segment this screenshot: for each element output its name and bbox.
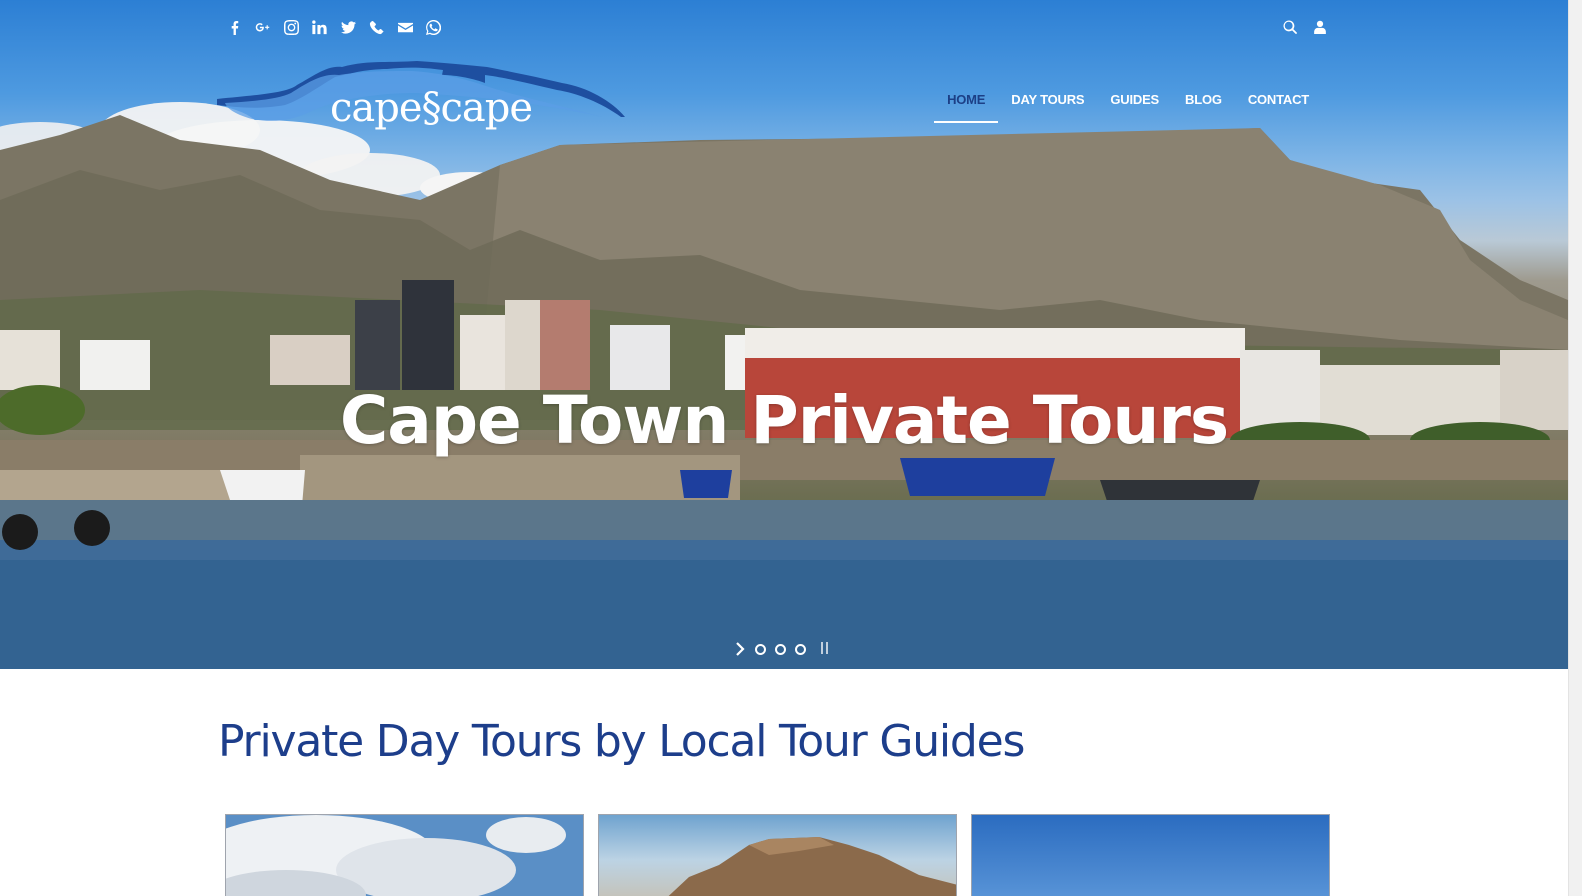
- main-nav: HOME DAY TOURS GUIDES BLOG CONTACT: [934, 88, 1322, 123]
- tour-card-image-mountain: [599, 815, 956, 896]
- nav-item-contact[interactable]: CONTACT: [1235, 88, 1322, 123]
- whatsapp-icon[interactable]: [420, 17, 449, 37]
- hero-title: Cape Town Private Tours: [339, 382, 1229, 459]
- tour-card-image-sky: [972, 815, 1329, 896]
- tour-card-image-clouds: [226, 815, 583, 896]
- logo-text: cape§cape: [330, 85, 533, 131]
- social-links: [220, 17, 448, 37]
- nav-item-home[interactable]: HOME: [934, 88, 999, 123]
- instagram-icon[interactable]: [277, 17, 306, 37]
- tour-card-3[interactable]: [971, 814, 1330, 896]
- slider-dot-2[interactable]: [775, 643, 786, 655]
- slider-next-icon[interactable]: [734, 641, 746, 657]
- nav-item-blog[interactable]: BLOG: [1172, 88, 1235, 123]
- slider-dot-3[interactable]: [795, 643, 806, 655]
- facebook-icon[interactable]: [220, 17, 249, 37]
- linkedin-icon[interactable]: [306, 17, 335, 37]
- phone-icon[interactable]: [363, 17, 392, 37]
- slider-controls: [734, 641, 829, 657]
- twitter-icon[interactable]: [334, 17, 363, 37]
- tour-card-2[interactable]: [598, 814, 957, 896]
- utility-links: [1282, 17, 1328, 37]
- nav-item-day-tours[interactable]: DAY TOURS: [998, 88, 1097, 123]
- hero-slider: cape§cape HOME DAY TOURS GUIDES BLOG CON…: [0, 0, 1568, 669]
- slider-dot-1[interactable]: [755, 643, 766, 655]
- page-scrollbar[interactable]: [1568, 0, 1582, 896]
- tour-card-1[interactable]: [225, 814, 584, 896]
- site-logo[interactable]: cape§cape: [217, 55, 627, 140]
- user-icon[interactable]: [1312, 17, 1328, 37]
- nav-item-guides[interactable]: GUIDES: [1097, 88, 1172, 123]
- slider-pause-icon[interactable]: [819, 642, 829, 656]
- envelope-icon[interactable]: [391, 17, 420, 37]
- google-plus-icon[interactable]: [249, 17, 278, 37]
- section-title: Private Day Tours by Local Tour Guides: [218, 716, 1025, 767]
- tour-cards: [225, 814, 1330, 896]
- search-icon[interactable]: [1282, 17, 1298, 37]
